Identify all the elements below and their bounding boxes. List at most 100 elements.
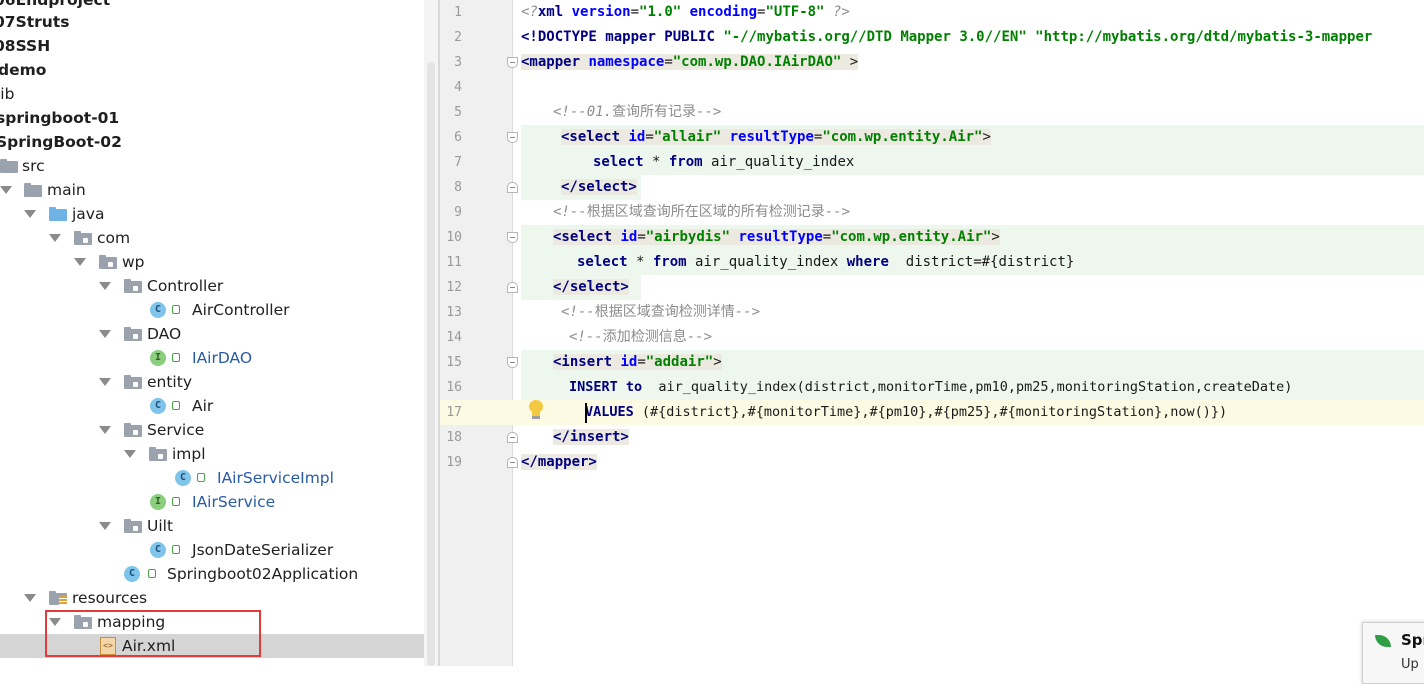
tree-item-label: AirController	[192, 301, 290, 319]
text-caret	[585, 403, 587, 423]
fold-marker-icon[interactable]	[507, 182, 518, 193]
code-line-10[interactable]: <select id="airbydis" resultType="com.wp…	[553, 225, 1000, 250]
expand-arrow-icon[interactable]	[0, 186, 12, 194]
expand-arrow-icon[interactable]	[99, 330, 111, 338]
tree-item-entity[interactable]: entity	[0, 370, 438, 394]
fold-marker-icon[interactable]	[507, 432, 518, 443]
interface-icon: I	[150, 494, 166, 510]
tree-item-partial	[0, 658, 438, 666]
tree-scrollbar-thumb[interactable]	[427, 62, 435, 666]
folder-icon	[0, 159, 18, 173]
tree-item-label: Controller	[147, 277, 224, 295]
line-number: 15	[446, 355, 462, 370]
code-line-3[interactable]: <mapper namespace="com.wp.DAO.IAirDAO" >	[521, 50, 859, 75]
line-number: 5	[454, 105, 462, 120]
tree-item-demo[interactable]: demo	[0, 58, 438, 82]
fold-marker-icon[interactable]	[507, 232, 518, 243]
tree-item-iairservice[interactable]: I IAirService	[0, 490, 438, 514]
tree-item-wp[interactable]: wp	[0, 250, 438, 274]
line-number: 6	[454, 130, 462, 145]
tree-item-aircontroller[interactable]: C AirController	[0, 298, 438, 322]
expand-arrow-icon[interactable]	[49, 234, 61, 242]
tree-item-label: Service	[147, 421, 205, 439]
code-line-15[interactable]: <insert id="addair">	[553, 350, 722, 375]
code-line-5[interactable]: <!--01.查询所有记录-->	[553, 100, 721, 125]
tree-item-main[interactable]: main	[0, 178, 438, 202]
expand-arrow-icon[interactable]	[99, 522, 111, 530]
tree-item-dao[interactable]: DAO	[0, 322, 438, 346]
expand-arrow-icon[interactable]	[24, 210, 36, 218]
fold-marker-icon[interactable]	[507, 132, 518, 143]
tree-item-springboot02application[interactable]: C Springboot02Application	[0, 562, 438, 586]
expand-arrow-icon[interactable]	[99, 378, 111, 386]
code-line-6[interactable]: <select id="allair" resultType="com.wp.e…	[561, 125, 991, 150]
project-tree[interactable]: 06Endproject 07Struts 08SSH demo lib spr…	[0, 0, 438, 666]
code-line-16[interactable]: INSERT to air_quality_index(district,mon…	[569, 375, 1292, 400]
fold-marker-icon[interactable]	[507, 357, 518, 368]
tree-item-label: main	[47, 181, 86, 199]
code-line-17[interactable]: VALUES (#{district},#{monitorTime},#{pm1…	[585, 400, 1227, 425]
tree-item-resources[interactable]: resources	[0, 586, 438, 610]
code-line-8[interactable]: </select>	[561, 175, 637, 200]
expand-arrow-icon[interactable]	[124, 450, 136, 458]
tree-item-jsondateserializer[interactable]: C JsonDateSerializer	[0, 538, 438, 562]
code-line-18[interactable]: </insert>	[553, 425, 629, 450]
fold-marker-icon[interactable]	[507, 282, 518, 293]
tree-item-label: wp	[122, 253, 145, 271]
tree-item-java[interactable]: java	[0, 202, 438, 226]
line-number: 1	[454, 5, 462, 20]
spring-leaf-icon	[1375, 635, 1391, 647]
package-icon	[124, 327, 142, 341]
tree-item-iairserviceimpl[interactable]: C IAirServiceImpl	[0, 466, 438, 490]
tree-item-label: com	[97, 229, 131, 247]
tree-item-impl[interactable]: impl	[0, 442, 438, 466]
code-line-7[interactable]: select * from air_quality_index	[593, 150, 854, 175]
class-icon: C	[150, 398, 166, 414]
class-icon: C	[150, 302, 166, 318]
tree-item-springboot-02[interactable]: SpringBoot-02	[0, 130, 438, 154]
tree-item-lib[interactable]: lib	[0, 82, 438, 106]
access-icon	[172, 305, 180, 314]
tree-item-label: IAirService	[192, 493, 276, 511]
line-number: 11	[446, 255, 462, 270]
line-number: 8	[454, 180, 462, 195]
tree-item-label: Uilt	[147, 517, 174, 535]
tree-item-07struts[interactable]: 07Struts	[0, 10, 438, 34]
tree-item-iairdao[interactable]: I IAirDAO	[0, 346, 438, 370]
lightbulb-icon[interactable]	[528, 400, 544, 420]
expand-arrow-icon[interactable]	[99, 426, 111, 434]
access-icon	[172, 497, 180, 506]
expand-arrow-icon[interactable]	[74, 258, 86, 266]
notification-popup[interactable]: Spr Up	[1362, 622, 1424, 684]
fold-marker-icon[interactable]	[507, 57, 518, 68]
line-number: 18	[446, 430, 462, 445]
expand-arrow-icon[interactable]	[24, 594, 36, 602]
code-line-2[interactable]: <!DOCTYPE mapper PUBLIC "-//mybatis.org/…	[521, 25, 1372, 50]
code-line-9[interactable]: <!--根据区域查询所在区域的所有检测记录-->	[553, 200, 850, 225]
code-line-19[interactable]: </mapper>	[521, 450, 597, 475]
code-line-1[interactable]: <?xml version="1.0" encoding="UTF-8" ?>	[521, 0, 850, 25]
expand-arrow-icon[interactable]	[99, 282, 111, 290]
code-line-13[interactable]: <!--根据区域查询检测详情-->	[561, 300, 760, 325]
tree-item-air[interactable]: C Air	[0, 394, 438, 418]
line-number: 16	[446, 380, 462, 395]
tree-item-label: src	[22, 157, 45, 175]
tree-item-uilt[interactable]: Uilt	[0, 514, 438, 538]
tree-item-com[interactable]: com	[0, 226, 438, 250]
access-icon	[172, 545, 180, 554]
code-line-11[interactable]: select * from air_quality_index where di…	[577, 250, 1074, 275]
tree-item-label: Springboot02Application	[167, 565, 359, 583]
tree-item-label: springboot-01	[0, 109, 120, 127]
package-icon	[149, 447, 167, 461]
tree-item-label: impl	[172, 445, 206, 463]
tree-item-controller[interactable]: Controller	[0, 274, 438, 298]
code-line-12[interactable]: </select>	[553, 275, 629, 300]
code-line-14[interactable]: <!--添加检测信息-->	[569, 325, 712, 350]
fold-marker-icon[interactable]	[507, 457, 518, 468]
tree-item-service[interactable]: Service	[0, 418, 438, 442]
tree-item-label: entity	[147, 373, 192, 391]
tree-item-src[interactable]: src	[0, 154, 438, 178]
tree-item-08ssh[interactable]: 08SSH	[0, 34, 438, 58]
access-icon	[197, 473, 205, 482]
tree-item-springboot-01[interactable]: springboot-01	[0, 106, 438, 130]
